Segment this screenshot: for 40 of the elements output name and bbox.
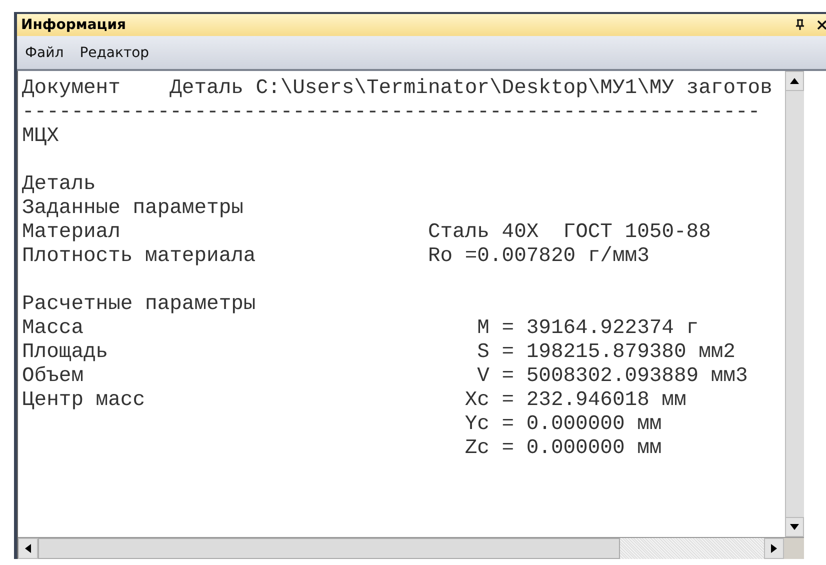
text-line: Zc (464, 437, 490, 460)
text-line: Расчетные параметры (22, 293, 256, 317)
text-line: = 232.946018 мм (502, 389, 686, 413)
text-line: = 198215.879380 мм2 (502, 341, 736, 365)
close-icon[interactable] (817, 20, 826, 30)
scrollbar-thumb[interactable] (38, 538, 620, 559)
text-line: = 39164.922374 г (502, 317, 699, 341)
text-line: Ro =0.007820 г/мм3 (428, 245, 650, 269)
scroll-right-icon[interactable] (771, 544, 777, 553)
text-line: Сталь 40X ГОСТ 1050-88 (428, 221, 711, 245)
text-line: = 5008302.093889 мм3 (502, 365, 748, 389)
text-line: Центр масс (22, 389, 146, 412)
scroll-left-icon[interactable] (25, 544, 31, 553)
text-line: = 0.000000 мм (502, 413, 662, 437)
text-line: Плотность материала (22, 245, 256, 268)
separator-line: ------------------------------------------------------------ (22, 101, 760, 125)
text-line: Yc (464, 413, 490, 436)
text-line: Документ (22, 77, 122, 101)
scroll-up-icon[interactable] (790, 78, 799, 84)
pin-icon[interactable] (795, 19, 805, 31)
vertical-scrollbar[interactable] (785, 71, 804, 537)
text-line: Масса (22, 317, 84, 340)
text-line: S (477, 341, 490, 364)
text-line: Xc (464, 389, 490, 412)
text-line: M (477, 317, 490, 340)
text-line: Деталь (22, 173, 96, 197)
text-line: = 0.000000 мм (502, 437, 662, 461)
text-line: Заданные параметры (22, 197, 244, 221)
text-line: МЦХ (22, 125, 59, 149)
text-line: Материал (22, 221, 120, 244)
scroll-down-icon[interactable] (790, 524, 799, 530)
scrollbar-corner (784, 538, 804, 559)
menu-item[interactable]: Файл (25, 44, 64, 60)
menu-item[interactable]: Редактор (80, 44, 150, 60)
window-title: Информация (21, 17, 126, 33)
horizontal-scrollbar[interactable] (18, 537, 804, 559)
text-line: Деталь C:\Users\Terminator\Desktop\МУ1\МУ заготов (170, 77, 772, 101)
text-line: Объем (22, 365, 84, 388)
text-line: V (477, 365, 490, 388)
text-line: Площадь (22, 341, 108, 364)
